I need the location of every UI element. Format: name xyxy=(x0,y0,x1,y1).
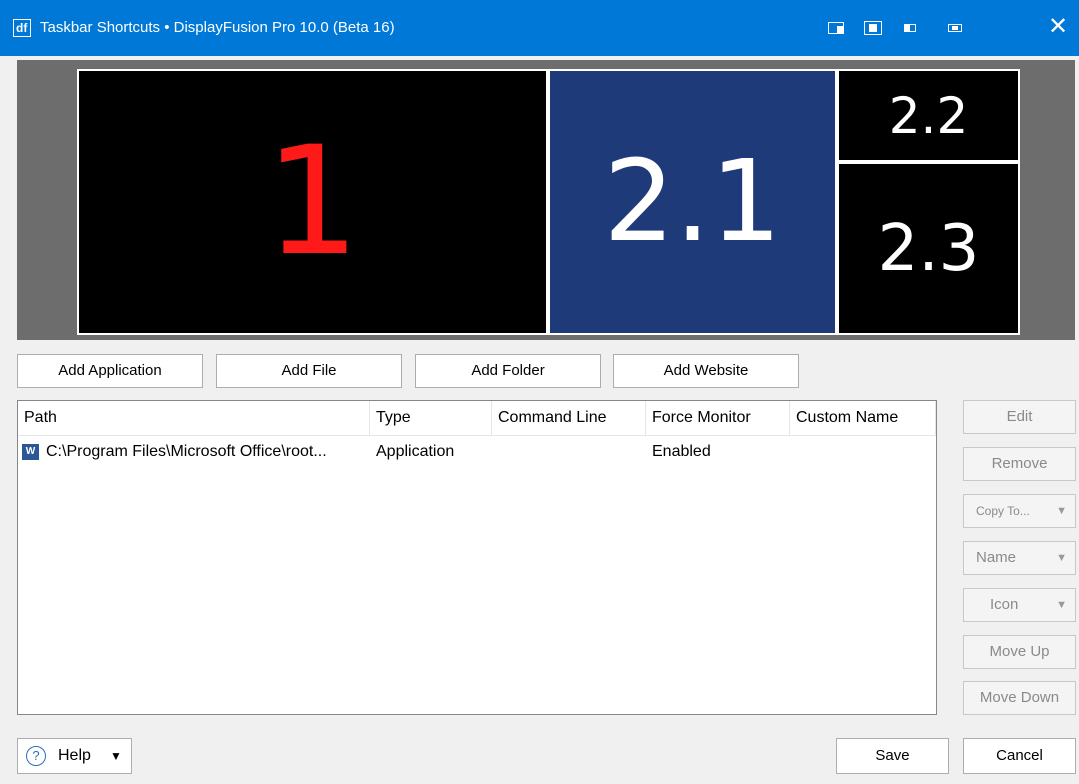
monitor-1[interactable]: 1 xyxy=(77,69,548,335)
window-position-icon[interactable] xyxy=(826,16,854,40)
monitor-2-2[interactable]: 2.2 xyxy=(837,69,1020,162)
monitor-2-3[interactable]: 2.3 xyxy=(837,162,1020,335)
copy-to-label: Copy To... xyxy=(976,504,1030,518)
save-button[interactable]: Save xyxy=(836,738,949,774)
table-row[interactable]: W C:\Program Files\Microsoft Office\root… xyxy=(18,436,936,468)
cell-custom-name xyxy=(796,436,934,468)
help-button[interactable]: ? Help ▼ xyxy=(17,738,132,774)
move-down-button[interactable]: Move Down xyxy=(963,681,1076,715)
close-icon[interactable]: ✕ xyxy=(1043,12,1073,42)
displayfusion-app-icon: df xyxy=(13,19,31,37)
monitor-label: 2.3 xyxy=(877,211,980,286)
column-header-command-line[interactable]: Command Line xyxy=(492,401,646,435)
list-header: Path Type Command Line Force Monitor Cus… xyxy=(18,401,936,436)
span-monitors-icon[interactable] xyxy=(944,16,972,40)
column-header-path[interactable]: Path xyxy=(18,401,370,435)
monitor-label: 1 xyxy=(264,115,361,289)
cell-type: Application xyxy=(376,443,455,460)
cell-path: C:\Program Files\Microsoft Office\root..… xyxy=(46,443,327,460)
move-up-button[interactable]: Move Up xyxy=(963,635,1076,669)
column-header-custom-name[interactable]: Custom Name xyxy=(790,401,936,435)
add-folder-button[interactable]: Add Folder xyxy=(415,354,601,388)
window-title: Taskbar Shortcuts • DisplayFusion Pro 10… xyxy=(40,19,395,36)
chevron-down-icon: ▼ xyxy=(110,749,122,763)
name-label: Name xyxy=(976,549,1017,566)
cell-command-line xyxy=(498,436,643,468)
cell-force-monitor: Enabled xyxy=(652,443,711,460)
monitor-label: 2.1 xyxy=(603,137,782,267)
help-icon: ? xyxy=(26,746,46,766)
help-label: Help xyxy=(58,747,91,764)
title-bar: df Taskbar Shortcuts • DisplayFusion Pro… xyxy=(0,0,1079,56)
icon-dropdown[interactable]: Icon ▼ xyxy=(963,588,1076,622)
monitor-preview: 1 2.1 2.2 2.3 xyxy=(17,60,1075,340)
add-application-button[interactable]: Add Application xyxy=(17,354,203,388)
cancel-button[interactable]: Cancel xyxy=(963,738,1076,774)
icon-label: Icon xyxy=(990,596,1019,613)
chevron-down-icon: ▼ xyxy=(1056,599,1067,611)
move-to-monitor-icon[interactable] xyxy=(900,16,928,40)
shortcut-list[interactable]: Path Type Command Line Force Monitor Cus… xyxy=(17,400,937,715)
add-website-button[interactable]: Add Website xyxy=(613,354,799,388)
word-icon: W xyxy=(22,444,43,460)
monitor-label: 2.2 xyxy=(888,86,969,145)
edit-button[interactable]: Edit xyxy=(963,400,1076,434)
chevron-down-icon: ▼ xyxy=(1056,505,1067,517)
chevron-down-icon: ▼ xyxy=(1056,552,1067,564)
monitor-2-1[interactable]: 2.1 xyxy=(548,69,837,335)
column-header-force-monitor[interactable]: Force Monitor xyxy=(646,401,790,435)
copy-to-dropdown[interactable]: Copy To... ▼ xyxy=(963,494,1076,528)
remove-button[interactable]: Remove xyxy=(963,447,1076,481)
column-header-type[interactable]: Type xyxy=(370,401,492,435)
add-file-button[interactable]: Add File xyxy=(216,354,402,388)
window-size-icon[interactable] xyxy=(860,16,888,40)
name-dropdown[interactable]: Name ▼ xyxy=(963,541,1076,575)
